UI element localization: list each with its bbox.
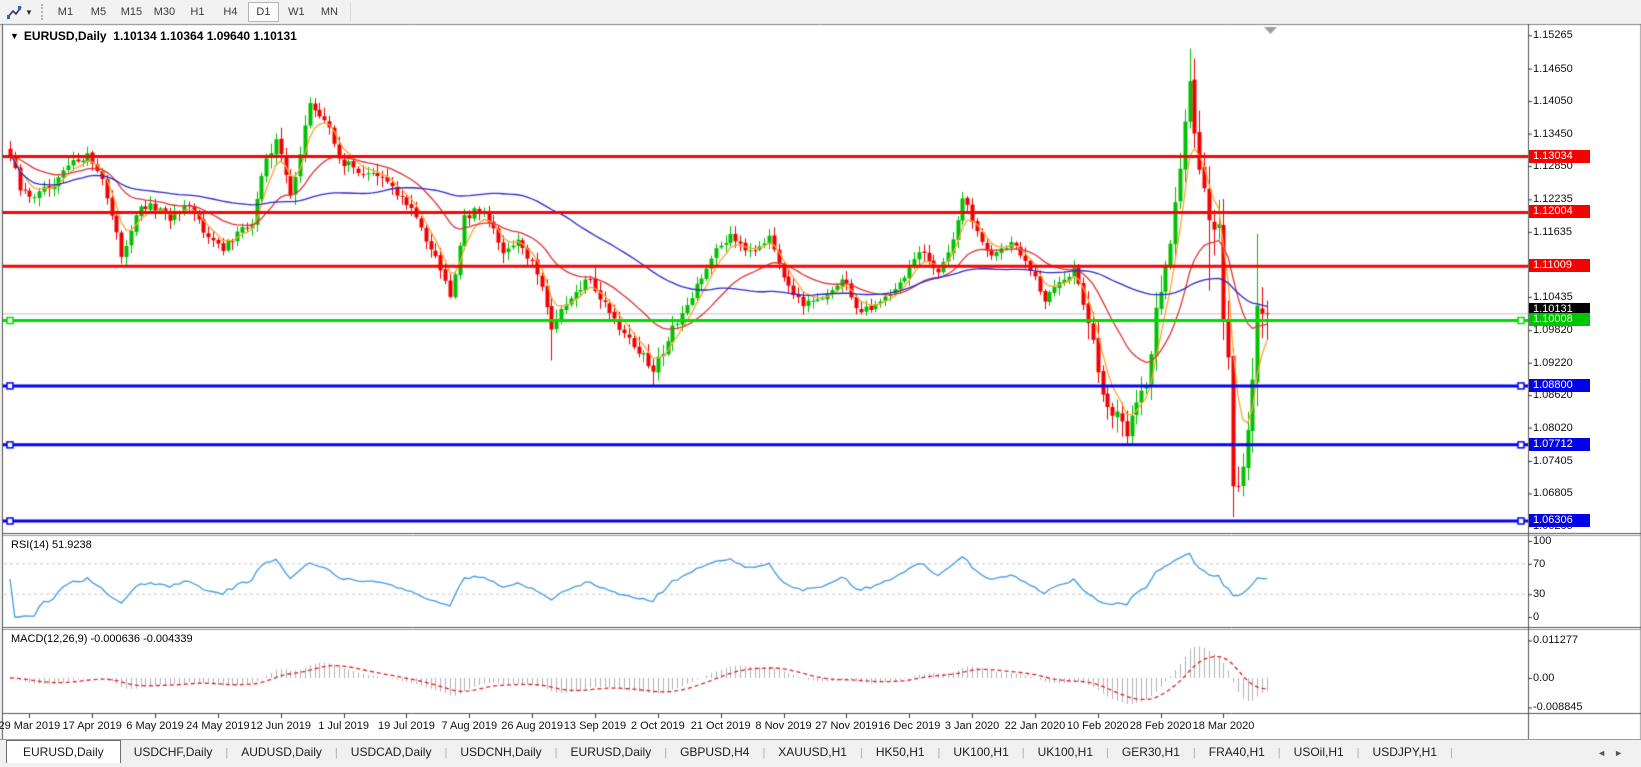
tab-scroll-left-icon[interactable]: ◄ xyxy=(1597,748,1614,758)
chart-title: ▼ EURUSD,Daily 1.10134 1.10364 1.09640 1.… xyxy=(10,29,297,43)
date-tick-label: 24 May 2019 xyxy=(186,720,250,732)
chart-tab-xauusd-h1[interactable]: XAUUSD,H1 xyxy=(765,741,860,764)
status-strip xyxy=(0,763,1641,767)
rsi-tick-label: 70 xyxy=(1533,557,1546,570)
mt4-window: ▼ M1M5M15M30H1H4D1W1MN ▼EURUSD,Daily 1.1… xyxy=(0,0,1641,767)
date-tick-label: 17 Apr 2019 xyxy=(62,720,122,732)
price-tick-label: 1.07405 xyxy=(1533,454,1573,467)
macd-tick-label: 0.00 xyxy=(1533,672,1555,684)
price-line-label: 1.10008 xyxy=(1529,313,1590,327)
chart-tab-eurusd-daily[interactable]: EURUSD,Daily xyxy=(558,741,665,764)
price-tick-label: 1.14050 xyxy=(1533,95,1573,108)
date-tick-label: 13 Sep 2019 xyxy=(563,720,627,732)
price-tick-label: 1.10435 xyxy=(1533,290,1573,303)
price-line-label: 1.06306 xyxy=(1529,513,1590,527)
date-tick-label: 10 Feb 2020 xyxy=(1066,720,1129,732)
date-tick-label: 18 Mar 2020 xyxy=(1192,720,1255,732)
date-tick-label: 8 Nov 2019 xyxy=(755,720,812,732)
date-tick-label: 19 Jul 2019 xyxy=(377,720,435,732)
date-tick-label: 1 Jul 2019 xyxy=(318,720,369,732)
price-tick-label: 1.15265 xyxy=(1533,29,1573,42)
price-line-label: 1.13034 xyxy=(1529,149,1590,163)
chart-tab-fra40-h1[interactable]: FRA40,H1 xyxy=(1196,741,1278,764)
rsi-tick-label: 0 xyxy=(1533,611,1540,623)
macd-tick-label: 0.011277 xyxy=(1533,634,1579,647)
date-tick-label: 21 Oct 2019 xyxy=(690,720,751,732)
tab-scroll-right-icon[interactable]: ► xyxy=(1614,748,1631,758)
price-tick-label: 1.13450 xyxy=(1533,127,1573,140)
macd-indicator-label: MACD(12,26,9) -0.000636 -0.004339 xyxy=(11,633,193,645)
chart-tab-eurusd-daily[interactable]: EURUSD,Daily xyxy=(6,740,121,765)
rsi-tick-label: 100 xyxy=(1533,535,1552,547)
rsi-tick-label: 30 xyxy=(1533,588,1546,601)
price-line-label: 1.11009 xyxy=(1529,259,1590,273)
price-line-label: 1.07712 xyxy=(1529,437,1590,451)
rsi-indicator-label: RSI(14) 51.9238 xyxy=(11,539,92,551)
date-tick-label: 12 Jun 2019 xyxy=(250,720,312,732)
chart-tab-usdcad-daily[interactable]: USDCAD,Daily xyxy=(338,741,445,764)
price-line-label: 1.08800 xyxy=(1529,378,1590,392)
price-tick-label: 1.11635 xyxy=(1533,225,1572,238)
date-tick-label: 29 Mar 2019 xyxy=(0,720,61,732)
price-tick-label: 1.12235 xyxy=(1533,193,1573,206)
date-tick-label: 27 Nov 2019 xyxy=(815,720,878,732)
chart-tab-audusd-daily[interactable]: AUDUSD,Daily xyxy=(228,741,335,764)
date-tick-label: 26 Aug 2019 xyxy=(501,720,564,732)
collapse-triangle-icon[interactable]: ▼ xyxy=(10,31,19,41)
chart-tab-ger30-h1[interactable]: GER30,H1 xyxy=(1109,741,1193,764)
chart-ohlc-values: 1.10134 1.10364 1.09640 1.10131 xyxy=(113,29,297,43)
chart-tabs: EURUSD,Daily USDCHF,Daily | AUDUSD,Daily | US… xyxy=(0,740,1453,765)
date-tick-label: 22 Jan 2020 xyxy=(1004,720,1066,732)
date-tick-label: 7 Aug 2019 xyxy=(441,720,498,732)
chart-tab-bar: EURUSD,Daily USDCHF,Daily | AUDUSD,Daily | US… xyxy=(0,739,1641,765)
date-tick-label: 6 May 2019 xyxy=(126,720,184,732)
date-tick-label: 28 Feb 2020 xyxy=(1129,720,1192,732)
tab-separator: | xyxy=(1450,747,1453,759)
chart-tab-usdjpy-h1[interactable]: USDJPY,H1 xyxy=(1360,741,1450,764)
chart-tab-usoil-h1[interactable]: USOil,H1 xyxy=(1281,741,1357,764)
chart-tab-usdchf-daily[interactable]: USDCHF,Daily xyxy=(121,741,226,764)
price-tick-label: 1.09220 xyxy=(1533,356,1573,369)
price-tick-label: 1.14650 xyxy=(1533,62,1573,75)
chart-canvas[interactable] xyxy=(0,0,1641,767)
date-tick-label: 16 Dec 2019 xyxy=(878,720,941,732)
date-tick-label: 3 Jan 2020 xyxy=(944,720,1000,732)
price-tick-label: 1.06805 xyxy=(1533,487,1573,500)
date-tick-label: 2 Oct 2019 xyxy=(630,720,685,732)
price-line-label: 1.12004 xyxy=(1529,205,1590,219)
chart-tab-uk100-h1[interactable]: UK100,H1 xyxy=(940,741,1021,764)
chart-tab-uk100-h1[interactable]: UK100,H1 xyxy=(1025,741,1106,764)
macd-tick-label: -0.008845 xyxy=(1533,701,1583,714)
price-tick-label: 1.08020 xyxy=(1533,421,1573,434)
chart-tab-hk50-h1[interactable]: HK50,H1 xyxy=(863,741,938,764)
chart-tab-gbpusd-h4[interactable]: GBPUSD,H4 xyxy=(667,741,762,764)
chart-tab-usdcnh-daily[interactable]: USDCNH,Daily xyxy=(447,741,554,764)
chart-symbol-period: EURUSD,Daily xyxy=(23,29,107,43)
tab-scroll-arrows: ◄► xyxy=(1597,748,1631,758)
